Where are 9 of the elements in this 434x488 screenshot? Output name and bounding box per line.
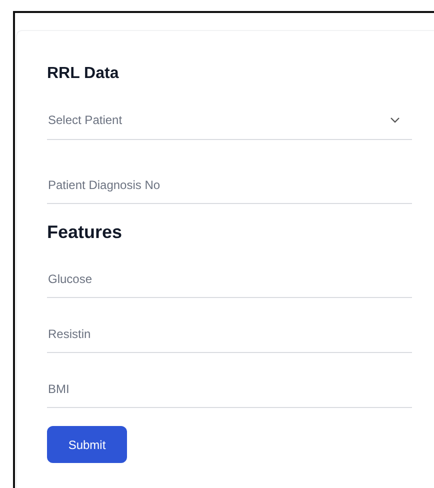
input-field[interactable]: BMI — [47, 370, 412, 408]
section-heading: RRL Data — [47, 64, 120, 84]
input-field[interactable]: Resistin — [47, 315, 412, 353]
input-field[interactable]: Glucose — [47, 260, 412, 298]
input-field[interactable]: Patient Diagnosis No — [47, 166, 412, 204]
chevron-down-icon — [390, 116, 400, 122]
submit-button[interactable]: Submit — [47, 426, 127, 463]
section-heading: Features — [47, 221, 124, 243]
patient-select[interactable]: Select Patient — [47, 102, 412, 140]
